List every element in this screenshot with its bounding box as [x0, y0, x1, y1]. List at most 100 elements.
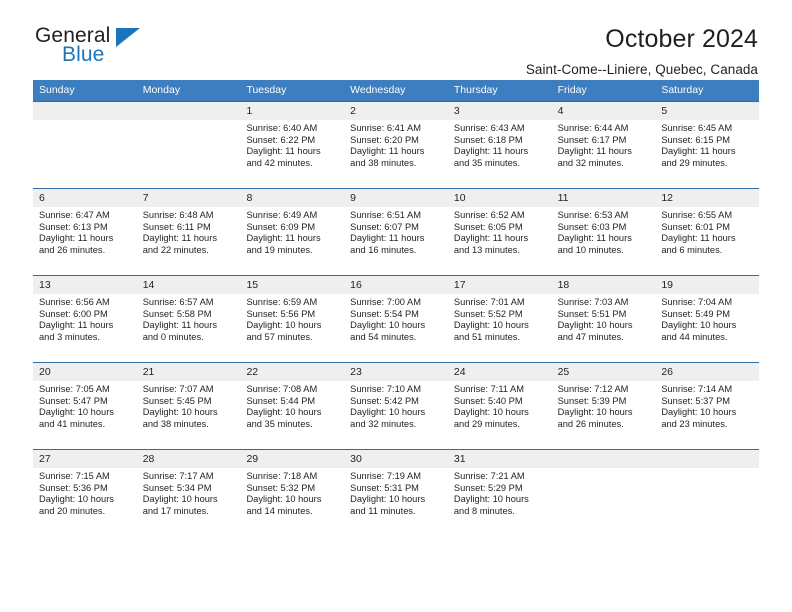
day-number: 10 [453, 192, 466, 204]
day-cell: Sunrise: 7:00 AM Sunset: 5:54 PM Dayligh… [344, 294, 448, 362]
day-cell: Sunrise: 7:18 AM Sunset: 5:32 PM Dayligh… [240, 468, 344, 536]
sunrise-text: Sunrise: 6:48 AM [142, 210, 214, 220]
sunrise-text: Sunrise: 6:45 AM [661, 123, 733, 133]
daylight-text-line2: and 22 minutes. [142, 244, 209, 255]
daylight-text-line1: Daylight: 11 hours [246, 233, 321, 244]
sunrise-text: Sunrise: 7:15 AM [39, 471, 110, 481]
day-cell: Sunrise: 6:53 AM Sunset: 6:03 PM Dayligh… [552, 207, 656, 275]
day-cell [655, 468, 759, 536]
day-number: 23 [350, 366, 362, 378]
sunrise-text: Sunrise: 7:07 AM [142, 384, 214, 394]
sunset-text: Sunset: 6:11 PM [142, 221, 211, 232]
daylight-text-line2: and 44 minutes. [661, 331, 728, 342]
day-cell: Sunrise: 6:56 AM Sunset: 6:00 PM Dayligh… [33, 294, 137, 362]
sunrise-text: Sunrise: 7:05 AM [39, 384, 110, 394]
day-cell: Sunrise: 6:49 AM Sunset: 6:09 PM Dayligh… [240, 207, 344, 275]
day-number: 2 [350, 105, 356, 117]
day-cell: Sunrise: 7:05 AM Sunset: 5:47 PM Dayligh… [33, 381, 137, 449]
daylight-text-line1: Daylight: 10 hours [246, 320, 322, 331]
sunrise-text: Sunrise: 7:08 AM [246, 384, 318, 394]
sunset-text: Sunset: 6:01 PM [661, 221, 731, 232]
day-cell: Sunrise: 7:19 AM Sunset: 5:31 PM Dayligh… [344, 468, 448, 536]
weekday-header-thursday: Thursday [453, 84, 498, 96]
day-cell: Sunrise: 6:41 AM Sunset: 6:20 PM Dayligh… [344, 120, 448, 188]
daylight-text-line2: and 20 minutes. [39, 505, 106, 516]
sunset-text: Sunset: 5:40 PM [453, 395, 523, 406]
day-cell: Sunrise: 6:51 AM Sunset: 6:07 PM Dayligh… [344, 207, 448, 275]
sunset-text: Sunset: 5:44 PM [246, 395, 316, 406]
day-number: 19 [661, 279, 673, 291]
sunset-text: Sunset: 5:47 PM [39, 395, 108, 406]
daylight-text-line2: and 0 minutes. [142, 331, 204, 342]
day-cell [33, 120, 137, 188]
sunset-text: Sunset: 6:18 PM [453, 134, 523, 145]
day-cell [552, 468, 656, 536]
sunset-text: Sunset: 5:45 PM [142, 395, 212, 406]
daylight-text-line2: and 17 minutes. [142, 505, 209, 516]
sunrise-text: Sunrise: 6:41 AM [350, 123, 421, 133]
sunrise-text: Sunrise: 7:03 AM [557, 297, 629, 307]
daylight-text-line1: Daylight: 10 hours [246, 494, 322, 505]
daylight-text-line1: Daylight: 10 hours [350, 320, 426, 331]
daylight-text-line1: Daylight: 11 hours [142, 320, 217, 331]
day-number: 1 [246, 105, 253, 117]
day-cell: Sunrise: 7:10 AM Sunset: 5:42 PM Dayligh… [344, 381, 448, 449]
weekday-header-saturday: Saturday [661, 84, 704, 96]
daylight-text-line1: Daylight: 10 hours [557, 320, 633, 331]
daylight-text-line1: Daylight: 11 hours [453, 233, 529, 244]
daylight-text-line2: and 3 minutes. [39, 331, 100, 342]
daylight-text-line1: Daylight: 10 hours [453, 407, 529, 418]
daylight-text-line2: and 8 minutes. [453, 505, 515, 516]
sunset-text: Sunset: 6:13 PM [39, 221, 108, 232]
daylight-text-line2: and 23 minutes. [661, 418, 728, 429]
title-block: October 2024 Saint-Come--Liniere, Quebec… [153, 24, 759, 79]
page-title: October 2024 [605, 25, 758, 53]
sunset-text: Sunset: 5:36 PM [39, 482, 108, 493]
day-number: 21 [142, 366, 155, 378]
daylight-text-line1: Daylight: 10 hours [661, 407, 737, 418]
daylight-text-line2: and 29 minutes. [661, 157, 728, 168]
day-number: 14 [142, 279, 155, 291]
daylight-text-line2: and 14 minutes. [246, 505, 313, 516]
day-number [655, 450, 759, 468]
weekday-header-monday: Monday [142, 84, 181, 96]
week-daynumber-band: 13 14 15 16 17 18 19 [33, 276, 759, 294]
day-number: 3 [453, 105, 460, 117]
day-number: 13 [39, 279, 51, 291]
sunset-text: Sunset: 5:29 PM [453, 482, 523, 493]
sunset-text: Sunset: 5:32 PM [246, 482, 316, 493]
week-detail-band: Sunrise: 6:47 AM Sunset: 6:13 PM Dayligh… [33, 207, 759, 275]
sunset-text: Sunset: 6:09 PM [246, 221, 316, 232]
daylight-text-line1: Daylight: 11 hours [557, 233, 632, 244]
day-cell: Sunrise: 6:43 AM Sunset: 6:18 PM Dayligh… [448, 120, 552, 188]
day-cell: Sunrise: 7:14 AM Sunset: 5:37 PM Dayligh… [655, 381, 759, 449]
week-detail-band: Sunrise: 6:56 AM Sunset: 6:00 PM Dayligh… [33, 294, 759, 362]
daylight-text-line2: and 16 minutes. [350, 244, 417, 255]
day-number: 22 [246, 366, 259, 378]
daylight-text-line2: and 32 minutes. [350, 418, 417, 429]
daylight-text-line1: Daylight: 10 hours [453, 494, 529, 505]
daylight-text-line1: Daylight: 10 hours [142, 407, 218, 418]
weekday-header-sunday: Sunday [39, 84, 75, 96]
daylight-text-line2: and 6 minutes. [661, 244, 723, 255]
day-cell: Sunrise: 7:04 AM Sunset: 5:49 PM Dayligh… [655, 294, 759, 362]
sunset-text: Sunset: 6:17 PM [557, 134, 627, 145]
day-cell: Sunrise: 6:48 AM Sunset: 6:11 PM Dayligh… [137, 207, 241, 275]
daylight-text-line2: and 57 minutes. [246, 331, 313, 342]
week-daynumber-band: 1 2 3 4 5 [33, 102, 759, 120]
sunset-text: Sunset: 6:15 PM [661, 134, 731, 145]
sunset-text: Sunset: 5:37 PM [661, 395, 731, 406]
sunrise-text: Sunrise: 6:44 AM [557, 123, 629, 133]
daylight-text-line2: and 54 minutes. [350, 331, 417, 342]
day-number: 15 [246, 279, 259, 291]
day-number [137, 102, 241, 120]
day-cell: Sunrise: 6:59 AM Sunset: 5:56 PM Dayligh… [240, 294, 344, 362]
day-cell: Sunrise: 7:03 AM Sunset: 5:51 PM Dayligh… [552, 294, 656, 362]
logo-triangle-icon [116, 28, 140, 47]
sunset-text: Sunset: 6:05 PM [453, 221, 523, 232]
day-number [552, 450, 656, 468]
day-number: 27 [39, 453, 51, 465]
week-detail-band: Sunrise: 7:05 AM Sunset: 5:47 PM Dayligh… [33, 381, 759, 449]
daylight-text-line2: and 42 minutes. [246, 157, 313, 168]
day-number: 6 [39, 192, 45, 204]
